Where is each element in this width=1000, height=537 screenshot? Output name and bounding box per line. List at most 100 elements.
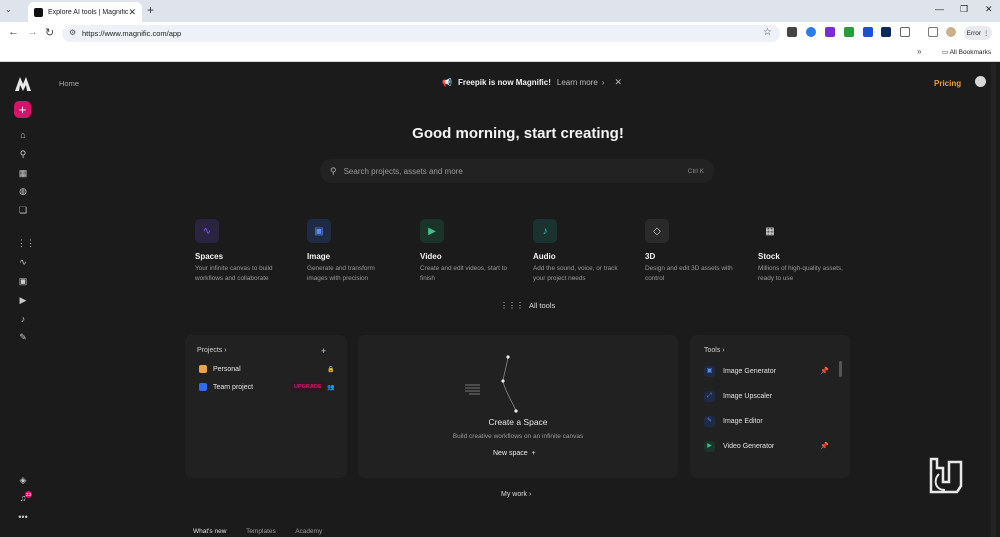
- minimize-icon[interactable]: —: [935, 4, 944, 14]
- window-close-icon[interactable]: ✕: [985, 4, 993, 15]
- extension-b-icon[interactable]: [863, 27, 873, 37]
- my-work-link[interactable]: My work ›: [501, 491, 531, 498]
- all-tools-link[interactable]: ⋮⋮⋮ All tools: [500, 301, 555, 310]
- all-bookmarks-link[interactable]: ▭ All Bookmarks: [942, 48, 991, 56]
- magnific-logo-icon[interactable]: [15, 77, 31, 91]
- tool-name: Audio: [533, 252, 556, 261]
- create-new-button[interactable]: +: [14, 101, 31, 118]
- create-space-subtitle: Build creative workflows on an infinite …: [452, 433, 584, 440]
- lock-icon: 🔒: [327, 367, 335, 373]
- tab-whats-new[interactable]: What's new: [193, 528, 227, 537]
- tools-header[interactable]: Tools ›: [704, 347, 725, 354]
- extension-ps-icon[interactable]: [881, 27, 891, 37]
- image-icon[interactable]: ▣: [17, 275, 29, 287]
- more-icon[interactable]: •••: [17, 511, 29, 523]
- tool-row-video-generator[interactable]: ▶ Video Generator: [704, 441, 774, 452]
- new-tab-button[interactable]: +: [147, 3, 154, 17]
- tool-card-spaces[interactable]: ∿ Spaces Your infinite canvas to build w…: [195, 219, 295, 284]
- tab-templates[interactable]: Templates: [246, 528, 276, 535]
- pin-icon[interactable]: 📌: [820, 367, 829, 375]
- search-icon: ⚲: [330, 165, 337, 176]
- tab-title: Explore AI tools | Magnific AI: [48, 8, 129, 16]
- forward-icon[interactable]: →: [27, 26, 38, 38]
- profile-avatar-icon[interactable]: [946, 27, 956, 37]
- new-space-label: New space: [493, 450, 528, 457]
- bookmarks-overflow-icon[interactable]: »: [917, 47, 921, 56]
- page-scrollbar[interactable]: [991, 63, 996, 537]
- extension-blue-icon[interactable]: [806, 27, 816, 37]
- new-space-button[interactable]: New space +: [493, 450, 536, 457]
- tools-scrollbar[interactable]: [839, 361, 842, 377]
- image-tool-icon: ▣: [307, 219, 331, 243]
- profile-error-button[interactable]: Error ⋮: [964, 26, 992, 40]
- layers-icon[interactable]: ◈: [17, 474, 29, 486]
- tools-title: Tools: [704, 347, 721, 354]
- edit-icon[interactable]: ✎: [17, 331, 29, 343]
- team-icon: 👥: [327, 385, 335, 391]
- banner-text: Freepik is now Magnific!: [457, 78, 551, 87]
- spaces-icon[interactable]: ∿: [17, 256, 29, 268]
- tool-row-image-upscaler[interactable]: ⤢ Image Upscaler: [704, 391, 772, 402]
- stock-grid-icon: ▦: [758, 219, 782, 243]
- site-info-icon[interactable]: ⚙: [69, 28, 76, 37]
- tool-card-stock[interactable]: ▦ Stock Millions of high-quality assets,…: [758, 219, 858, 284]
- user-avatar[interactable]: [975, 76, 986, 87]
- home-icon[interactable]: ⌂: [17, 129, 29, 141]
- tool-card-audio[interactable]: ♪ Audio Add the sound, voice, or track y…: [533, 219, 633, 284]
- tool-card-video[interactable]: ▶ Video Create and edit videos, start to…: [420, 219, 520, 284]
- learn-more-link[interactable]: Learn more: [557, 78, 598, 87]
- globe-icon[interactable]: ◍: [17, 185, 29, 197]
- project-row-team[interactable]: Team project: [199, 383, 253, 391]
- my-work-label: My work: [501, 491, 528, 498]
- library-icon[interactable]: ❏: [17, 204, 29, 216]
- magnific-favicon-icon: [34, 7, 43, 17]
- search-shortcut: Ctrl K: [687, 167, 704, 175]
- bottom-tabs: What's new Templates Academy: [193, 528, 340, 537]
- back-icon[interactable]: ←: [8, 26, 19, 38]
- profile-error-label: Error: [966, 29, 982, 37]
- tool-row-image-editor[interactable]: ✎ Image Editor: [704, 416, 763, 427]
- tab-close-icon[interactable]: ✕: [128, 7, 136, 18]
- create-space-panel: Create a Space Build creative workflows …: [358, 335, 678, 478]
- folder-icon: [199, 383, 207, 391]
- tool-name: 3D: [645, 252, 656, 261]
- browser-tab[interactable]: Explore AI tools | Magnific AI ✕: [28, 2, 142, 22]
- search-icon[interactable]: ⚲: [17, 148, 29, 160]
- project-row-personal[interactable]: Personal: [199, 365, 241, 373]
- video-icon[interactable]: ▶: [17, 294, 29, 306]
- bookmark-star-icon[interactable]: ☆: [763, 27, 772, 38]
- banner-close-icon[interactable]: ✕: [614, 77, 622, 88]
- cast-icon[interactable]: [787, 27, 797, 37]
- tab-search-icon[interactable]: ⌄: [5, 5, 12, 14]
- search-bar[interactable]: ⚲ Search projects, assets and more Ctrl …: [320, 159, 714, 183]
- tool-card-3d[interactable]: ◇ 3D Design and edit 3D assets with cont…: [645, 219, 745, 284]
- watermark-logo-icon: [929, 457, 963, 494]
- address-bar[interactable]: ⚙ https://www.magnific.com/app ☆: [62, 25, 780, 42]
- apps-icon[interactable]: ▦: [17, 167, 29, 179]
- extensions-puzzle-icon[interactable]: [900, 27, 910, 37]
- all-tools-label: All tools: [529, 301, 556, 310]
- breadcrumb-home[interactable]: Home: [59, 79, 79, 88]
- project-name: Personal: [213, 365, 241, 373]
- maximize-icon[interactable]: ❐: [960, 4, 968, 15]
- add-project-icon[interactable]: +: [321, 346, 326, 356]
- audio-tool-icon: ♪: [533, 219, 557, 243]
- announcement-banner: 📢 Freepik is now Magnific! Learn more › …: [442, 77, 622, 88]
- all-tools-icon[interactable]: ⋮⋮: [17, 237, 35, 249]
- tool-row-image-generator[interactable]: ▣ Image Generator: [704, 366, 776, 377]
- extension-purple-icon[interactable]: [825, 27, 835, 37]
- create-space-title: Create a Space: [488, 417, 548, 427]
- tab-academy[interactable]: Academy: [295, 528, 322, 535]
- pricing-link[interactable]: Pricing: [934, 79, 961, 88]
- projects-title: Projects: [197, 347, 223, 354]
- tool-card-image[interactable]: ▣ Image Generate and transform images wi…: [307, 219, 407, 284]
- microphone-icon[interactable]: ♪: [17, 313, 29, 325]
- tool-row-label: Image Editor: [723, 418, 763, 425]
- media-control-icon[interactable]: [928, 27, 938, 37]
- extension-green-icon[interactable]: [844, 27, 854, 37]
- projects-header[interactable]: Projects ›: [197, 347, 227, 354]
- tools-panel: Tools › ▣ Image Generator 📌 ⤢ Image Upsc…: [690, 335, 850, 478]
- upgrade-badge[interactable]: UPGRADE: [291, 382, 325, 392]
- pin-icon[interactable]: 📌: [820, 442, 829, 450]
- reload-icon[interactable]: ↻: [45, 26, 54, 39]
